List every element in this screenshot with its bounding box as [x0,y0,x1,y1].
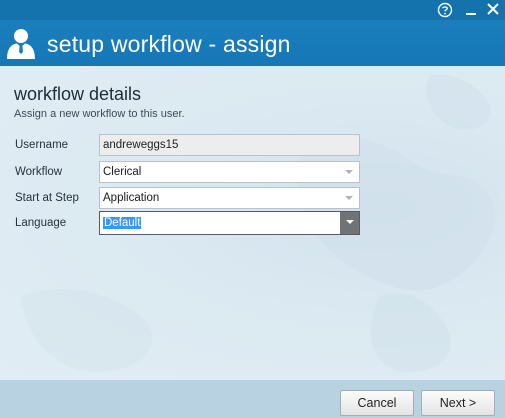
close-button[interactable] [484,1,502,19]
start-step-label: Start at Step [15,192,79,204]
language-label: Language [15,217,67,229]
section-subtitle: Assign a new workflow to this user. [14,108,185,120]
setup-workflow-dialog: setup workflow - assign workflow details… [0,0,505,418]
language-row: Language Default [0,211,505,235]
start-step-select[interactable]: Application [99,187,360,209]
dialog-footer: Cancel Next > [0,380,505,418]
help-icon [437,2,453,18]
workflow-select[interactable]: Clerical [99,161,360,183]
cancel-button[interactable]: Cancel [340,390,414,416]
username-field: andreweggs15 [99,134,360,156]
dialog-title: setup workflow - assign [47,31,291,57]
minimize-button[interactable] [462,1,480,19]
dialog-content: workflow details Assign a new workflow t… [0,66,505,380]
chevron-down-icon [345,196,353,200]
next-button[interactable]: Next > [421,390,495,416]
window-title-strip [0,0,505,20]
language-dropdown-button[interactable] [340,212,359,234]
dialog-header: setup workflow - assign [0,20,505,66]
close-icon [487,3,499,15]
username-value: andreweggs15 [103,139,179,151]
workflow-value: Clerical [103,166,142,178]
username-label: Username [15,139,69,151]
section-title: workflow details [14,84,142,104]
help-button[interactable] [436,1,454,19]
language-select[interactable]: Default [99,211,360,235]
chevron-down-icon [346,220,354,224]
username-row: Username andreweggs15 [0,134,505,156]
user-silhouette-icon [7,29,35,59]
workflow-label: Workflow [15,166,63,178]
start-step-row: Start at Step Application [0,187,505,209]
minimize-icon [466,13,476,15]
language-value: Default [103,217,142,229]
workflow-row: Workflow Clerical [0,161,505,183]
start-step-value: Application [103,192,160,204]
chevron-down-icon [345,170,353,174]
